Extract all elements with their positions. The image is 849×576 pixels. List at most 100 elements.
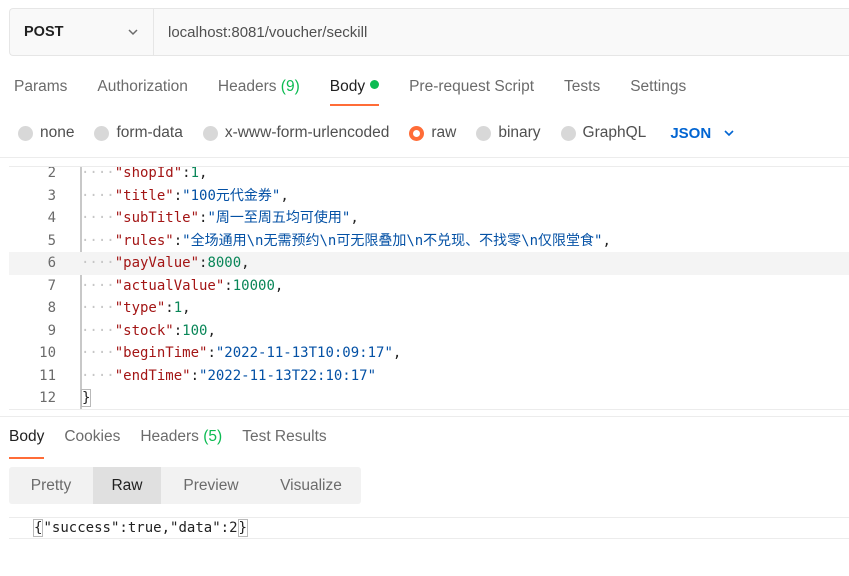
json-value: "2022-11-13T22:10:17"	[199, 367, 377, 384]
radio-form-data[interactable]: form-data	[94, 124, 183, 142]
tab-label: Tests	[564, 78, 601, 95]
line-number: 3	[47, 187, 56, 204]
method-label: POST	[24, 24, 64, 40]
code-line: 6 ····"payValue":8000,	[9, 252, 849, 275]
tab-test-results[interactable]: Test Results	[242, 426, 326, 454]
code-text: ····"endTime":"2022-11-13T22:10:17"	[81, 365, 376, 388]
code-text: ····"beginTime":"2022-11-13T10:09:17",	[81, 342, 401, 365]
method-select[interactable]: POST	[10, 9, 154, 55]
code-line: 8 ····"type":1,	[9, 297, 849, 320]
url-input[interactable]: localhost:8081/voucher/seckill	[154, 9, 849, 55]
matched-brace: {	[33, 519, 44, 537]
indent-guide: ····	[81, 277, 115, 294]
line-number: 9	[47, 322, 56, 339]
code-text: ····"title":"100元代金券",	[81, 185, 289, 208]
json-value: "周一至周五均可使用"	[207, 210, 351, 226]
view-visualize[interactable]: Visualize	[261, 467, 361, 504]
radio-graphql[interactable]: GraphQL	[560, 124, 646, 142]
code-text: ····"type":1,	[81, 297, 191, 320]
indent-guide: ····	[81, 210, 115, 226]
radio-circle-icon	[94, 125, 110, 141]
line-number: 7	[47, 277, 56, 294]
indent-guide: ····	[81, 187, 115, 204]
json-value: "100元代金券"	[182, 187, 281, 204]
code-line: 3 ····"title":"100元代金券",	[9, 185, 849, 208]
tab-body[interactable]: Body	[329, 74, 380, 106]
tab-headers[interactable]: Headers (9)	[218, 74, 300, 102]
json-comma: ,	[280, 187, 289, 204]
json-key: "subTitle"	[114, 210, 200, 226]
json-comma: ,	[241, 255, 250, 271]
body-format-select[interactable]: JSON	[670, 125, 735, 142]
divider	[0, 416, 849, 417]
code-line: 4 ····"subTitle":"周一至周五均可使用",	[9, 207, 849, 230]
body-type-radios: none form-data x-www-form-urlencoded raw…	[18, 121, 735, 145]
json-key: "type"	[114, 300, 166, 316]
body-format-label: JSON	[670, 124, 712, 142]
divider	[0, 157, 849, 158]
view-label: Raw	[111, 476, 143, 494]
tab-label: Authorization	[97, 78, 188, 95]
tab-pre-request-script[interactable]: Pre-request Script	[409, 74, 534, 102]
indent-guide: ····	[81, 166, 115, 181]
json-key: "beginTime"	[114, 345, 208, 361]
tab-response-headers[interactable]: Headers (5)	[140, 426, 222, 454]
json-comma: ,	[182, 300, 191, 316]
json-value: 1	[173, 300, 183, 316]
json-comma: ,	[199, 166, 208, 181]
tab-authorization[interactable]: Authorization	[97, 74, 187, 102]
indent-guide: ····	[81, 345, 115, 361]
response-tabs: Body Cookies Headers (5) Test Results	[9, 426, 347, 459]
code-text: ····"rules":"全场通用\n无需预约\n可无限叠加\n不兑现、不找零\…	[81, 230, 611, 253]
code-line: 7 ····"actualValue":10000,	[9, 275, 849, 298]
tab-cookies[interactable]: Cookies	[64, 426, 120, 454]
response-body[interactable]: {"success":true,"data":2}	[9, 517, 849, 539]
line-number: 4	[47, 210, 56, 226]
view-preview[interactable]: Preview	[161, 467, 261, 504]
tab-tests[interactable]: Tests	[564, 74, 600, 102]
view-pretty[interactable]: Pretty	[9, 467, 93, 504]
radio-circle-icon	[202, 125, 218, 141]
radio-binary[interactable]: binary	[476, 124, 541, 142]
json-comma: ,	[274, 277, 284, 294]
json-key: "actualValue"	[114, 277, 225, 294]
json-colon: :	[224, 277, 233, 294]
json-comma: ,	[392, 345, 402, 361]
tab-label: Cookies	[64, 428, 121, 445]
code-text: }	[81, 387, 92, 409]
json-colon: :	[173, 232, 183, 249]
code-text: ····"payValue":8000,	[81, 252, 250, 275]
tab-label: Params	[14, 78, 68, 95]
request-tabs: Params Authorization Headers (9) Body Pr…	[14, 74, 716, 106]
tab-params[interactable]: Params	[14, 74, 67, 102]
json-colon: :	[190, 367, 200, 384]
radio-x-www-form-urlencoded[interactable]: x-www-form-urlencoded	[202, 124, 389, 142]
request-body-editor[interactable]: 2 ····"shopId":1, 3 ····"title":"100元代金券", 4…	[9, 166, 849, 410]
radio-none[interactable]: none	[18, 124, 74, 142]
tab-label: Test Results	[242, 428, 327, 445]
tab-label: Body	[9, 428, 45, 445]
view-label: Visualize	[280, 476, 342, 494]
indent-guide: ····	[81, 232, 115, 249]
json-key: "endTime"	[114, 367, 191, 384]
closing-brace: }	[81, 389, 92, 407]
code-line: 11 ····"endTime":"2022-11-13T22:10:17"	[9, 365, 849, 388]
chevron-down-icon	[724, 130, 734, 137]
json-key: "stock"	[114, 322, 174, 339]
code-line: 12}	[9, 387, 849, 409]
view-raw[interactable]: Raw	[93, 467, 161, 504]
code-line: 5 ····"rules":"全场通用\n无需预约\n可无限叠加\n不兑现、不找零…	[9, 230, 849, 253]
json-colon: :	[165, 300, 174, 316]
indent-guide: ····	[81, 367, 115, 384]
code-text: ····"subTitle":"周一至周五均可使用",	[81, 207, 359, 230]
line-number: 2	[47, 166, 56, 181]
tab-response-body[interactable]: Body	[9, 426, 45, 459]
radio-raw[interactable]: raw	[409, 124, 456, 142]
indent-guide: ····	[81, 255, 115, 271]
json-comma: ,	[602, 232, 611, 249]
code-line: 10 ····"beginTime":"2022-11-13T10:09:17",	[9, 342, 849, 365]
json-key: "rules"	[114, 232, 174, 249]
code-line: 9 ····"stock":100,	[9, 320, 849, 343]
tab-settings[interactable]: Settings	[630, 74, 686, 102]
json-value: "2022-11-13T10:09:17"	[215, 345, 393, 361]
